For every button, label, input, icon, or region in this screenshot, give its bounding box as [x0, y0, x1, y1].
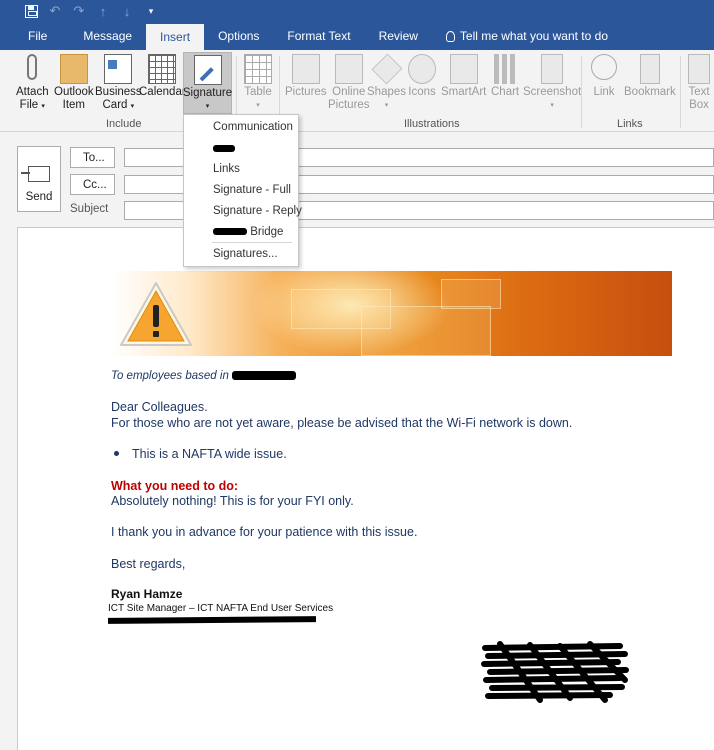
- redaction: [213, 145, 235, 152]
- what-heading: What you need to do:: [111, 479, 239, 493]
- redo-icon[interactable]: ↷: [72, 3, 86, 18]
- greeting: Dear Colleagues.: [111, 400, 208, 414]
- undo-icon[interactable]: ↶: [48, 3, 62, 18]
- ribbon: Attach File ▾ Outlook Item Business Card…: [0, 50, 714, 132]
- online-pictures-icon: [334, 54, 363, 84]
- tab-message[interactable]: Message: [69, 22, 146, 50]
- menu-item-links[interactable]: Links: [213, 163, 240, 175]
- title-bar: ↶ ↷ ↑ ↓ ▾: [0, 0, 714, 22]
- calendar-icon: [148, 54, 177, 84]
- what-text: Absolutely nothing! This is for your FYI…: [111, 494, 354, 508]
- pictures-icon: [291, 54, 320, 84]
- calendar-button[interactable]: Calendar: [139, 54, 186, 99]
- group-separator: [680, 56, 681, 128]
- redaction: [213, 228, 247, 236]
- warning-banner: [111, 271, 672, 356]
- tab-options[interactable]: Options: [204, 22, 273, 50]
- menu-separator: [212, 242, 292, 243]
- group-label-illustrations: Illustrations: [404, 118, 460, 130]
- shapes-button[interactable]: Shapes ▾: [367, 53, 406, 112]
- online-pictures-button[interactable]: Online Pictures: [328, 54, 370, 112]
- customize-icon[interactable]: ▾: [144, 4, 158, 18]
- globe-link-icon: [591, 54, 617, 80]
- signature-title: ICT Site Manager – ICT NAFTA End User Se…: [108, 603, 334, 614]
- text-box-button[interactable]: Text Box: [688, 54, 710, 112]
- signature-icon: [193, 55, 222, 85]
- table-icon: [244, 54, 272, 84]
- link-button[interactable]: Link: [590, 54, 618, 99]
- chart-icon: [491, 54, 520, 84]
- menu-item-redacted[interactable]: [213, 143, 235, 155]
- camera-icon: [541, 54, 564, 84]
- icons-button[interactable]: Icons: [408, 54, 436, 99]
- send-button[interactable]: Send: [17, 146, 61, 212]
- group-label-links: Links: [617, 118, 643, 130]
- cc-button[interactable]: Cc...: [70, 174, 115, 195]
- pictures-button[interactable]: Pictures: [285, 54, 327, 99]
- tab-file[interactable]: File: [0, 22, 69, 50]
- menu-item-bridge[interactable]: Bridge: [213, 226, 283, 238]
- bookmark-icon: [639, 54, 660, 84]
- bookmark-button[interactable]: Bookmark: [624, 54, 676, 99]
- lightbulb-icon: [445, 30, 455, 42]
- to-button[interactable]: To...: [70, 147, 115, 168]
- save-icon[interactable]: [24, 4, 38, 18]
- down-arrow-icon[interactable]: ↓: [120, 4, 134, 19]
- subject-label: Subject: [70, 203, 109, 215]
- outlook-item-button[interactable]: Outlook Item: [54, 54, 94, 112]
- bullet-text: This is a NAFTA wide issue.: [132, 447, 287, 461]
- regards-line: Best regards,: [111, 557, 186, 571]
- shapes-icon: [371, 53, 402, 85]
- redaction: [481, 641, 629, 703]
- chart-button[interactable]: Chart: [491, 54, 519, 99]
- icons-icon: [408, 54, 436, 84]
- signature-button[interactable]: Signature ▾: [183, 52, 232, 114]
- body-line: For those who are not yet aware, please …: [111, 416, 573, 430]
- tab-format-text[interactable]: Format Text: [273, 22, 364, 50]
- tab-insert[interactable]: Insert: [146, 24, 205, 50]
- up-arrow-icon[interactable]: ↑: [96, 4, 110, 19]
- smartart-button[interactable]: SmartArt: [441, 54, 486, 99]
- tab-review[interactable]: Review: [365, 22, 432, 50]
- warning-icon: [120, 282, 192, 346]
- ribbon-tabs: File Message Insert Options Format Text …: [0, 22, 714, 50]
- business-card-icon: [104, 54, 133, 84]
- screenshot-button[interactable]: Screenshot ▾: [523, 54, 581, 112]
- send-icon: [21, 166, 50, 182]
- signature-name: Ryan Hamze: [111, 587, 183, 601]
- menu-item-communication[interactable]: Communication: [213, 121, 293, 133]
- text-box-icon: [688, 54, 710, 84]
- group-separator: [581, 56, 582, 128]
- attach-file-button[interactable]: Attach File ▾: [16, 54, 49, 113]
- thanks-line: I thank you in advance for your patience…: [111, 525, 418, 539]
- smartart-icon: [449, 54, 478, 84]
- outlook-item-icon: [59, 54, 88, 84]
- intro-line: To employees based in: [111, 370, 297, 382]
- paperclip-icon: [27, 54, 38, 80]
- menu-item-signature-full[interactable]: Signature - Full: [213, 184, 291, 196]
- signatures-command[interactable]: Signatures...: [213, 248, 278, 260]
- group-label-include: Include: [106, 118, 142, 130]
- tell-me-label: Tell me what you want to do: [459, 29, 608, 43]
- bullet: [114, 451, 119, 456]
- tell-me-box[interactable]: Tell me what you want to do: [432, 22, 622, 50]
- signature-dropdown-menu: Communication Links Signature - Full Sig…: [183, 114, 302, 267]
- chevron-down-icon: ▾: [205, 103, 210, 110]
- table-button[interactable]: Table ▾: [244, 54, 272, 112]
- redaction: [232, 371, 297, 381]
- menu-item-signature-reply[interactable]: Signature - Reply: [213, 205, 302, 217]
- business-card-button[interactable]: Business Card ▾: [95, 54, 142, 113]
